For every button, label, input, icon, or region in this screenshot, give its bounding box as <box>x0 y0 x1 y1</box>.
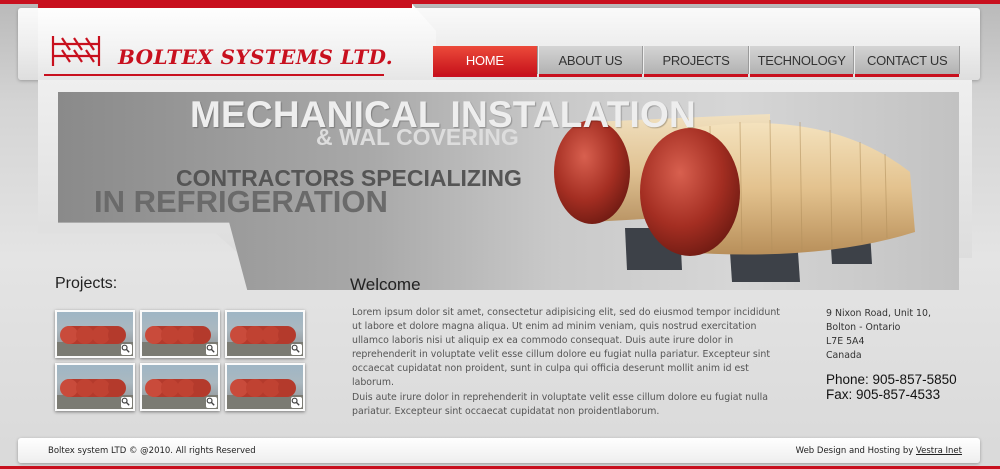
zoom-icon[interactable] <box>291 397 302 408</box>
project-thumbnail[interactable] <box>140 310 220 358</box>
nav-technology[interactable]: TECHNOLOGY <box>748 46 855 77</box>
logo-underline <box>44 74 384 76</box>
nav-home[interactable]: HOME <box>432 46 538 77</box>
project-thumbnail[interactable] <box>225 310 305 358</box>
address-line: 9 Nixon Road, Unit 10, <box>826 308 931 319</box>
nav-projects[interactable]: PROJECTS <box>643 46 749 77</box>
zoom-icon[interactable] <box>206 397 217 408</box>
banner-tagline-2: IN REFRIGERATION <box>94 184 388 219</box>
footer-credit-text: Web Design and Hosting by <box>795 446 914 456</box>
zoom-icon[interactable] <box>291 344 302 355</box>
projects-heading: Projects: <box>55 275 118 292</box>
nav-about-us[interactable]: ABOUT US <box>537 46 644 77</box>
welcome-paragraph-2: Duis aute irure dolor in reprehenderit i… <box>352 392 768 417</box>
project-thumbnail[interactable] <box>225 363 305 411</box>
address-line: L7E 5A4 <box>826 336 865 347</box>
logo-panel-accent <box>38 4 412 8</box>
contact-address: 9 Nixon Road, Unit 10, Bolton - Ontario … <box>826 307 931 363</box>
pipe-rack-icon[interactable] <box>50 32 102 68</box>
address-line: Bolton - Ontario <box>826 322 901 333</box>
project-thumbnail[interactable] <box>55 310 135 358</box>
zoom-icon[interactable] <box>121 344 132 355</box>
project-thumbnail[interactable] <box>55 363 135 411</box>
phone-number: Phone: 905-857-5850 <box>826 372 957 387</box>
project-thumbnail[interactable] <box>140 363 220 411</box>
address-line: Canada <box>826 350 862 361</box>
banner-subheadline: & WAL COVERING <box>316 124 519 150</box>
zoom-icon[interactable] <box>206 344 217 355</box>
footer-copyright: Boltex system LTD © @2010. All rights Re… <box>48 446 256 456</box>
nav-contact-us[interactable]: CONTACT US <box>854 46 960 77</box>
zoom-icon[interactable] <box>121 397 132 408</box>
fax-number: Fax: 905-857-4533 <box>826 387 941 402</box>
welcome-heading: Welcome <box>350 275 421 294</box>
contact-phones: Phone: 905-857-5850 Fax: 905-857-4533 <box>826 372 957 402</box>
projects-gallery <box>55 310 307 412</box>
footer-credit: Web Design and Hosting by Vestra Inet <box>796 446 962 456</box>
main-nav: HOME ABOUT US PROJECTS TECHNOLOGY CONTAC… <box>432 46 960 77</box>
vestra-inet-link[interactable]: Vestra Inet <box>916 446 962 456</box>
brand-name[interactable]: BOLTEX SYSTEMS LTD. <box>118 45 393 69</box>
welcome-paragraph-1: Lorem ipsum dolor sit amet, consectetur … <box>352 307 780 388</box>
